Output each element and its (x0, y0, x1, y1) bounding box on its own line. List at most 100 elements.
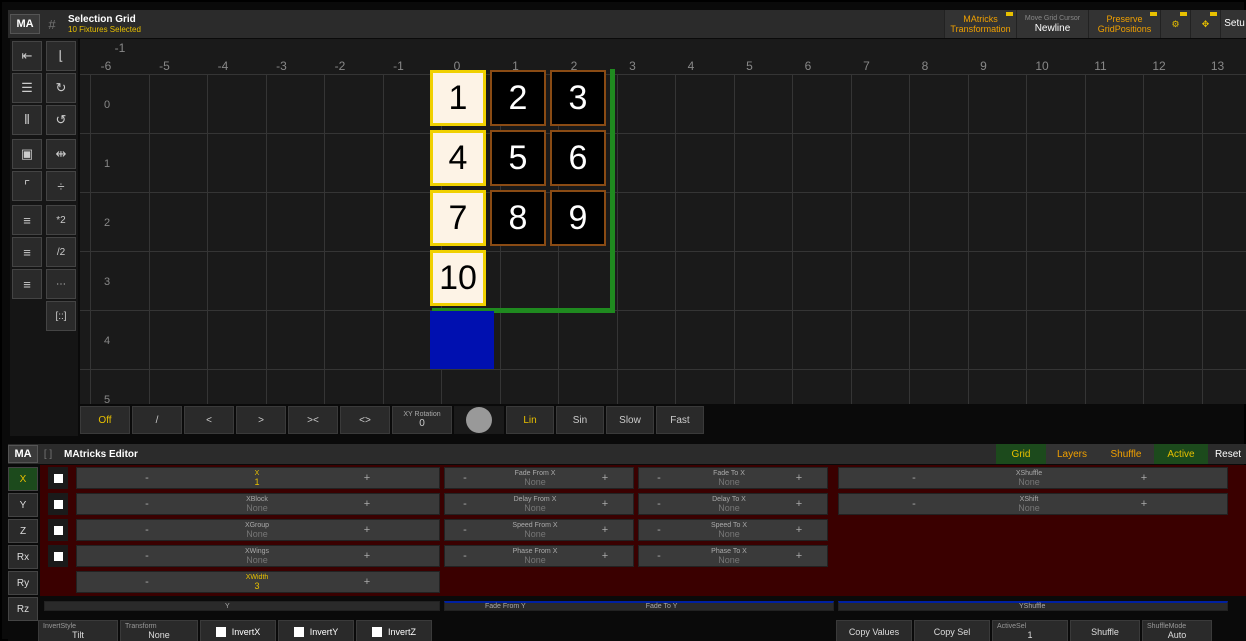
fixture-cell[interactable]: 7 (430, 190, 486, 246)
mode-sin-button[interactable]: Sin (556, 406, 604, 434)
grid-select-icon[interactable]: ▣ (12, 139, 42, 169)
corner-icon[interactable]: ⌊ (46, 41, 76, 71)
selection-grid[interactable]: -1 -6 -5 -4 -3 -2 -1 0 1 2 3 4 5 6 7 8 9 10 11 12 13 012345… (80, 39, 1246, 404)
shuffle-icon[interactable]: ⚙ (1160, 10, 1190, 38)
transition-off-button[interactable]: Off (80, 406, 130, 434)
decrement-button[interactable]: - (445, 472, 485, 484)
fade-param-row[interactable]: - Phase From X None + (444, 545, 634, 567)
param-field[interactable]: XWings None (217, 547, 297, 565)
multiply-two-icon[interactable]: *2 (46, 205, 76, 235)
rotate-ccw-icon[interactable]: ↺ (46, 105, 76, 135)
divide-two-icon[interactable]: /2 (46, 237, 76, 267)
param-field[interactable]: XWidth 3 (217, 573, 297, 591)
increment-button[interactable]: + (779, 524, 819, 536)
move-icon[interactable]: ✥ (1190, 10, 1220, 38)
param-field[interactable]: Delay To X None (679, 495, 779, 513)
decrement-button[interactable]: - (77, 550, 217, 562)
fixture-cell[interactable]: 1 (430, 70, 486, 126)
param-field[interactable]: XGroup None (217, 521, 297, 539)
y-shuffle-row[interactable]: YShuffle (838, 601, 1228, 611)
mirror-h-icon[interactable]: ⇹ (46, 139, 76, 169)
transition-in-button[interactable]: >< (288, 406, 338, 434)
increment-button[interactable]: + (297, 498, 437, 510)
axis-enable-checkbox[interactable] (48, 545, 68, 567)
x-param-row[interactable]: - XWidth 3 + (76, 571, 440, 593)
active-sel-field[interactable]: ActiveSel 1 (992, 620, 1068, 641)
axis-rx-button[interactable]: Rx (8, 545, 38, 569)
shuffle-button[interactable]: Shuffle (1070, 620, 1140, 641)
fade-param-row[interactable]: - Speed To X None + (638, 519, 828, 541)
decrement-button[interactable]: - (77, 524, 217, 536)
tab-grid[interactable]: Grid (996, 444, 1046, 464)
fade-param-row[interactable]: - Delay To X None + (638, 493, 828, 515)
increment-button[interactable]: + (779, 498, 819, 510)
collapse-icon[interactable]: ⇤ (12, 41, 42, 71)
rotate-cw-icon[interactable]: ↻ (46, 73, 76, 103)
axis-enable-checkbox[interactable] (48, 467, 68, 489)
axis-z-button[interactable]: Z (8, 519, 38, 543)
increment-button[interactable]: + (297, 550, 437, 562)
fixture-cell[interactable]: 5 (490, 130, 546, 186)
copy-sel-button[interactable]: Copy Sel (914, 620, 990, 641)
axis-enable-checkbox[interactable] (48, 493, 68, 515)
reset-button[interactable]: Reset (1208, 444, 1246, 464)
param-field[interactable]: Phase To X None (679, 547, 779, 565)
x-param-row[interactable]: - XBlock None + (76, 493, 440, 515)
transition-out-button[interactable]: <> (340, 406, 390, 434)
fade-param-row[interactable]: - Fade To X None + (638, 467, 828, 489)
param-field[interactable]: Speed To X None (679, 521, 779, 539)
align-cols-icon[interactable]: ⦀ (12, 105, 42, 135)
x-param-row[interactable]: - XWings None + (76, 545, 440, 567)
decrement-button[interactable]: - (445, 498, 485, 510)
fade-param-row[interactable]: - Speed From X None + (444, 519, 634, 541)
increment-button[interactable]: + (585, 472, 625, 484)
fade-param-row[interactable]: - Fade From X None + (444, 467, 634, 489)
bracket-icon[interactable]: [::] (46, 301, 76, 331)
param-field[interactable]: X1 (217, 469, 297, 487)
copy-values-button[interactable]: Copy Values (836, 620, 912, 641)
fade-param-row[interactable]: - Phase To X None + (638, 545, 828, 567)
matricks-transformation-button[interactable]: MAtricks Transformation (944, 10, 1016, 38)
mode-lin-button[interactable]: Lin (506, 406, 554, 434)
invert-y-toggle[interactable]: InvertY (278, 620, 354, 641)
decrement-button[interactable]: - (639, 524, 679, 536)
move-grid-cursor-button[interactable]: Move Grid Cursor Newline (1016, 10, 1088, 38)
decrement-button[interactable]: - (639, 472, 679, 484)
y-row[interactable]: Y (44, 601, 440, 611)
list-icon-2[interactable]: ≡ (12, 237, 42, 267)
shuffle-param-row[interactable]: - XShuffle None + (838, 467, 1228, 489)
increment-button[interactable]: + (585, 498, 625, 510)
param-field[interactable]: Fade From X None (485, 469, 585, 487)
grid-cursor[interactable] (430, 311, 494, 369)
decrement-button[interactable]: - (639, 550, 679, 562)
param-field[interactable]: XBlock None (217, 495, 297, 513)
fixture-cell[interactable]: 8 (490, 190, 546, 246)
preserve-gridpositions-button[interactable]: Preserve GridPositions (1088, 10, 1160, 38)
xy-rotation-field[interactable]: XY Rotation 0 (392, 406, 452, 434)
param-field[interactable]: Phase From X None (485, 547, 585, 565)
invert-style-select[interactable]: InvertStyle Tilt (38, 620, 118, 641)
fixture-cell[interactable]: 10 (430, 250, 486, 306)
x-param-row[interactable]: - X 1 + (76, 467, 440, 489)
axis-x-button[interactable]: X (8, 467, 38, 491)
increment-button[interactable]: + (297, 524, 437, 536)
decrement-button[interactable]: - (445, 550, 485, 562)
fixture-cell[interactable]: 6 (550, 130, 606, 186)
fixture-cell[interactable]: 4 (430, 130, 486, 186)
shuffle-mode-select[interactable]: ShuffleMode Auto (1142, 620, 1212, 641)
list-icon[interactable]: ≡ (12, 205, 42, 235)
axis-ry-button[interactable]: Ry (8, 571, 38, 595)
param-field[interactable]: Delay From X None (485, 495, 585, 513)
decrement-button[interactable]: - (839, 472, 989, 484)
increment-button[interactable]: + (297, 576, 437, 588)
invert-z-toggle[interactable]: InvertZ (356, 620, 432, 641)
invert-x-toggle[interactable]: InvertX (200, 620, 276, 641)
tab-active[interactable]: Active (1154, 444, 1208, 464)
increment-button[interactable]: + (585, 524, 625, 536)
transition-right-button[interactable]: > (236, 406, 286, 434)
decrement-button[interactable]: - (77, 498, 217, 510)
origin-icon[interactable]: ⌜ (12, 171, 42, 201)
transition-left-button[interactable]: < (184, 406, 234, 434)
increment-button[interactable]: + (297, 472, 437, 484)
decrement-button[interactable]: - (445, 524, 485, 536)
